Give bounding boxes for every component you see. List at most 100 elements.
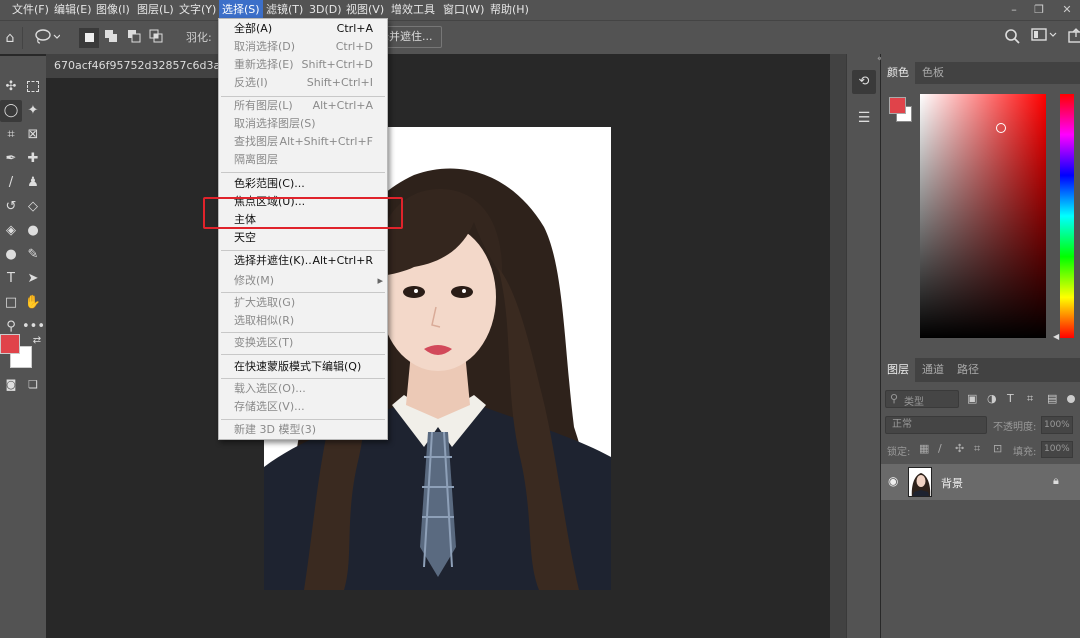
search-icon[interactable] bbox=[1002, 28, 1022, 48]
lock-all-icon[interactable]: ⊡ bbox=[993, 442, 1002, 455]
menu-image[interactable]: 图像(I) bbox=[96, 0, 130, 20]
rectangle-tool-icon[interactable]: □ bbox=[0, 292, 22, 314]
magic-wand-tool-icon[interactable]: ✦ bbox=[22, 100, 44, 122]
menu-select[interactable]: 选择(S) bbox=[219, 0, 263, 20]
shape-filter-icon[interactable]: ⌗ bbox=[1027, 392, 1033, 406]
menu-filter[interactable]: 滤镜(T) bbox=[266, 0, 303, 20]
layer-filter-label: 类型 bbox=[904, 397, 924, 408]
quick-mask-icon[interactable]: ◙ bbox=[0, 374, 22, 396]
layer-thumbnail bbox=[908, 467, 932, 497]
home-icon[interactable]: ⌂ bbox=[0, 28, 20, 48]
hue-slider[interactable] bbox=[1060, 94, 1074, 338]
restore-icon[interactable]: ❐ bbox=[1024, 0, 1054, 20]
adjustment-filter-icon[interactable]: ◑ bbox=[987, 392, 997, 405]
menu-item-all-layers[interactable]: 所有图层(L) Alt+Ctrl+A bbox=[219, 97, 387, 115]
lasso-tool-preset-icon[interactable] bbox=[32, 28, 62, 48]
hue-slider-marker-icon[interactable]: ◀ bbox=[1053, 332, 1059, 341]
color-foreground-swatch[interactable] bbox=[889, 97, 906, 114]
menu-3d[interactable]: 3D(D) bbox=[309, 0, 342, 20]
menu-item-quick-mask[interactable]: 在快速蒙版模式下编辑(Q) bbox=[219, 358, 387, 376]
smart-object-filter-icon[interactable]: ▤ bbox=[1047, 392, 1057, 405]
crop-tool-icon[interactable]: ⌗ bbox=[0, 124, 22, 146]
menu-item-similar[interactable]: 选取相似(R) bbox=[219, 312, 387, 330]
move-tool-icon[interactable]: ✣ bbox=[0, 76, 22, 98]
opacity-input[interactable]: 100% bbox=[1041, 416, 1073, 434]
lock-position-icon[interactable]: ✣ bbox=[955, 442, 964, 455]
marquee-tool-icon[interactable] bbox=[22, 76, 44, 98]
menu-item-reselect[interactable]: 重新选择(E) Shift+Ctrl+D bbox=[219, 56, 387, 74]
menu-layer[interactable]: 图层(L) bbox=[137, 0, 174, 20]
clone-stamp-tool-icon[interactable]: ♟ bbox=[22, 172, 44, 194]
healing-brush-tool-icon[interactable]: ✚ bbox=[22, 148, 44, 170]
layer-row[interactable]: ◉ 背景 🔒︎ bbox=[881, 464, 1080, 500]
menu-separator bbox=[221, 172, 385, 173]
visibility-eye-icon[interactable]: ◉ bbox=[888, 474, 898, 488]
close-icon[interactable]: ✕ bbox=[1052, 0, 1080, 20]
add-selection-icon[interactable] bbox=[101, 28, 121, 48]
menu-item-select-all[interactable]: 全部(A) Ctrl+A bbox=[219, 20, 387, 38]
menu-item-save-selection[interactable]: 存储选区(V)... bbox=[219, 398, 387, 416]
tab-paths[interactable]: 路径 bbox=[951, 358, 985, 382]
menu-item-transform-selection[interactable]: 变换选区(T) bbox=[219, 334, 387, 352]
menu-item-new-3d-extrusion[interactable]: 新建 3D 模型(3) bbox=[219, 421, 387, 439]
history-panel-icon[interactable]: ⟲ bbox=[852, 70, 876, 94]
tab-color[interactable]: 颜色 bbox=[881, 62, 915, 84]
lock-transparent-icon[interactable]: ▦ bbox=[919, 442, 929, 455]
lasso-tool-icon[interactable]: ◯ bbox=[0, 100, 22, 122]
lock-artboard-icon[interactable]: ⌗ bbox=[974, 442, 980, 456]
path-selection-tool-icon[interactable]: ➤ bbox=[22, 268, 44, 290]
eraser-tool-icon[interactable]: ◇ bbox=[22, 196, 44, 218]
brush-tool-icon[interactable]: / bbox=[0, 172, 22, 194]
tab-channels[interactable]: 通道 bbox=[916, 358, 950, 382]
menu-item-find-layers[interactable]: 查找图层 Alt+Shift+Ctrl+F bbox=[219, 133, 387, 151]
menu-item-inverse[interactable]: 反选(I) Shift+Ctrl+I bbox=[219, 74, 387, 92]
layer-name[interactable]: 背景 bbox=[941, 475, 963, 491]
menu-item-isolate-layers[interactable]: 隔离图层 bbox=[219, 151, 387, 169]
eyedropper-tool-icon[interactable]: ✒ bbox=[0, 148, 22, 170]
menu-item-deselect-layers[interactable]: 取消选择图层(S) bbox=[219, 115, 387, 133]
saturation-brightness-field[interactable] bbox=[920, 94, 1046, 338]
blend-mode-dropdown[interactable]: 正常 bbox=[885, 416, 987, 434]
menu-item-select-and-mask[interactable]: 选择并遮住(K)... Alt+Ctrl+R bbox=[219, 252, 387, 270]
document-tab[interactable]: 670acf46f95752d32857c6d3a4905fe bbox=[46, 54, 232, 78]
tab-swatches[interactable]: 色板 bbox=[916, 62, 950, 84]
menu-item-load-selection[interactable]: 载入选区(O)... bbox=[219, 380, 387, 398]
menu-window[interactable]: 窗口(W) bbox=[443, 0, 484, 20]
hand-tool-icon[interactable]: ✋ bbox=[22, 292, 44, 314]
color-picker-handle[interactable] bbox=[996, 123, 1006, 133]
filter-toggle-icon[interactable] bbox=[1067, 395, 1075, 403]
layer-filter-dropdown[interactable]: ⚲ 类型 bbox=[885, 390, 959, 408]
menu-item-color-range[interactable]: 色彩范围(C)... bbox=[219, 175, 387, 193]
dodge-tool-icon[interactable]: ● bbox=[0, 244, 22, 266]
tab-layers[interactable]: 图层 bbox=[881, 358, 915, 382]
type-tool-icon[interactable]: T bbox=[0, 268, 22, 290]
menu-item-sky[interactable]: 天空 bbox=[219, 229, 387, 247]
menu-help[interactable]: 帮助(H) bbox=[490, 0, 529, 20]
frame-tool-icon[interactable]: ⊠ bbox=[22, 124, 44, 146]
menu-plugins[interactable]: 增效工具 bbox=[391, 0, 435, 20]
blur-tool-icon[interactable]: ● bbox=[22, 220, 44, 242]
share-icon[interactable] bbox=[1066, 28, 1080, 48]
menu-item-modify[interactable]: 修改(M) ▸ bbox=[219, 272, 387, 290]
lock-pixels-icon[interactable]: / bbox=[938, 442, 942, 455]
menu-item-deselect[interactable]: 取消选择(D) Ctrl+D bbox=[219, 38, 387, 56]
history-brush-tool-icon[interactable]: ↺ bbox=[0, 196, 22, 218]
menu-edit[interactable]: 编辑(E) bbox=[54, 0, 92, 20]
menu-file[interactable]: 文件(F) bbox=[12, 0, 49, 20]
subtract-selection-icon[interactable] bbox=[124, 28, 144, 48]
screen-mode-icon[interactable]: ❏ bbox=[22, 374, 44, 396]
adjustments-panel-icon[interactable]: ☰ bbox=[852, 106, 876, 130]
menu-item-grow[interactable]: 扩大选取(G) bbox=[219, 294, 387, 312]
canvas-vertical-scrollbar[interactable] bbox=[830, 54, 846, 638]
intersect-selection-icon[interactable] bbox=[146, 28, 166, 48]
paint-bucket-tool-icon[interactable]: ◈ bbox=[0, 220, 22, 242]
type-filter-icon[interactable]: T bbox=[1007, 392, 1014, 405]
foreground-color-swatch[interactable] bbox=[0, 334, 20, 354]
menu-type[interactable]: 文字(Y) bbox=[179, 0, 216, 20]
pen-tool-icon[interactable]: ✎ bbox=[22, 244, 44, 266]
menu-view[interactable]: 视图(V) bbox=[346, 0, 384, 20]
new-selection-icon[interactable] bbox=[79, 28, 99, 48]
workspace-icon[interactable] bbox=[1030, 28, 1058, 48]
pixel-filter-icon[interactable]: ▣ bbox=[967, 392, 977, 405]
fill-input[interactable]: 100% bbox=[1041, 441, 1073, 458]
